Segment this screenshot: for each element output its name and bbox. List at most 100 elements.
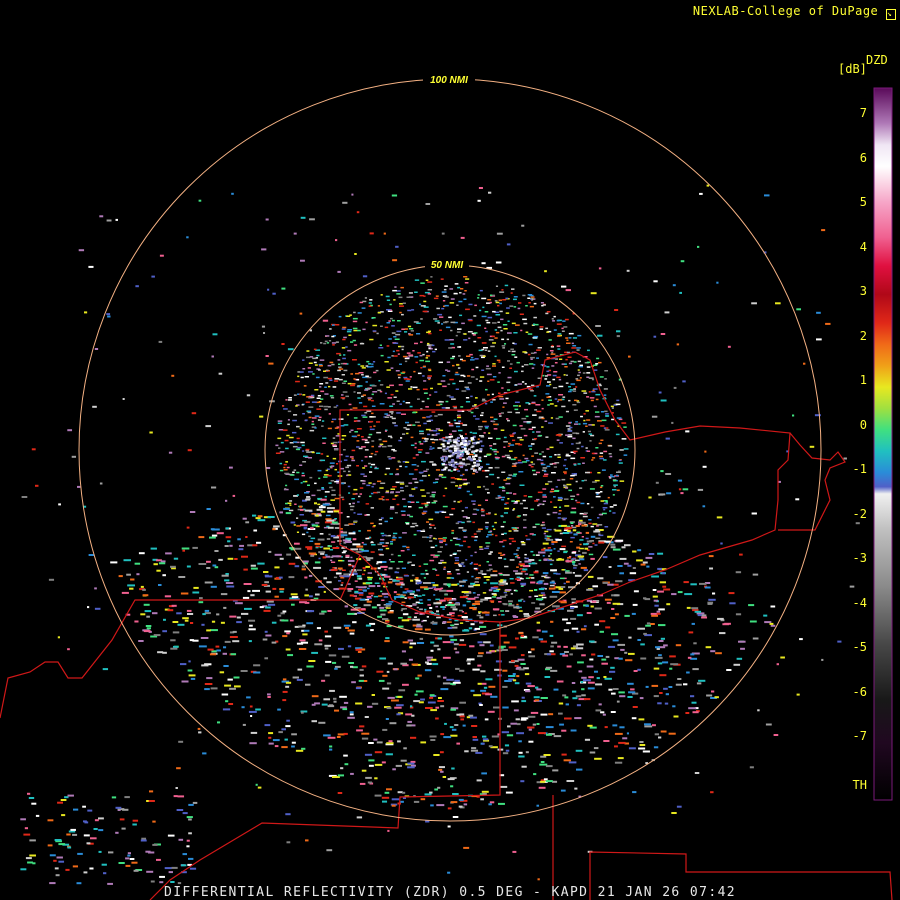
echo-gate	[440, 456, 444, 459]
echo-gate	[638, 718, 645, 721]
echo-gate	[503, 532, 507, 535]
echo-gate	[455, 485, 459, 487]
echo-gate	[577, 334, 582, 337]
echo-gate	[542, 500, 547, 502]
echo-gate	[498, 552, 502, 554]
echo-gate	[353, 344, 358, 346]
echo-gate	[414, 342, 418, 345]
echo-gate	[465, 308, 470, 311]
echo-gate	[352, 543, 361, 546]
echo-gate	[610, 711, 616, 713]
echo-gate	[548, 555, 551, 557]
echo-gate	[610, 666, 615, 669]
echo-gate	[321, 488, 325, 490]
echo-gate	[189, 511, 196, 513]
echo-gate	[489, 530, 493, 532]
echo-gate	[412, 603, 418, 605]
echo-gate	[384, 430, 387, 432]
echo-gate	[478, 612, 481, 614]
echo-gate	[367, 436, 371, 439]
echo-gate	[593, 530, 601, 533]
echo-gate	[467, 597, 476, 600]
echo-gate	[405, 380, 410, 382]
echo-gate	[323, 376, 329, 379]
echo-gate	[615, 580, 623, 583]
echo-gate	[66, 833, 71, 836]
echo-gate	[178, 576, 186, 578]
echo-gate	[452, 816, 459, 818]
echo-gate	[589, 397, 595, 399]
echo-gate	[306, 496, 311, 498]
echo-gate	[324, 647, 329, 650]
echo-gate	[501, 614, 505, 616]
echo-gate	[570, 522, 574, 524]
credit-label[interactable]: NEXLAB-College of DuPage ↘	[693, 4, 896, 20]
echo-gate	[544, 588, 547, 590]
echo-gate	[554, 529, 562, 532]
echo-gate	[452, 405, 457, 408]
echo-gate	[483, 641, 491, 644]
echo-gate	[468, 303, 473, 306]
echo-gate	[462, 424, 468, 426]
echo-gate	[301, 474, 306, 477]
echo-gate	[149, 431, 153, 434]
echo-gate	[357, 392, 361, 394]
echo-gate	[586, 588, 594, 591]
echo-gate	[616, 417, 622, 419]
echo-gate	[380, 565, 388, 568]
echo-gate	[60, 799, 67, 801]
echo-gate	[280, 612, 285, 615]
echo-gate	[419, 430, 424, 432]
echo-gate	[223, 606, 227, 609]
echo-gate	[340, 528, 343, 530]
echo-gate	[409, 642, 417, 645]
echo-gate	[553, 496, 556, 498]
echo-gate	[523, 507, 528, 509]
echo-gate	[570, 495, 576, 497]
echo-gate	[156, 858, 161, 861]
echo-gate	[429, 448, 433, 450]
echo-gate	[187, 613, 194, 615]
echo-gate	[282, 678, 287, 681]
echo-gate	[368, 742, 374, 744]
echo-gate	[715, 652, 722, 655]
echo-gate	[503, 441, 508, 443]
echo-gate	[499, 595, 507, 598]
echo-gate	[311, 524, 319, 527]
echo-gate	[343, 336, 347, 339]
echo-gate	[442, 776, 447, 778]
echo-gate	[466, 490, 470, 493]
echo-gate	[336, 404, 339, 407]
echo-gate	[384, 416, 389, 418]
echo-gate	[152, 820, 156, 823]
echo-gate	[399, 305, 404, 307]
echo-gate	[521, 224, 525, 227]
echo-gate	[565, 560, 573, 563]
echo-gate	[332, 437, 336, 439]
echo-gate	[446, 604, 455, 606]
echo-gate	[417, 352, 421, 354]
echo-gate	[124, 796, 130, 799]
echo-gate	[576, 379, 581, 382]
echo-gate	[61, 814, 66, 817]
echo-gate	[125, 857, 130, 860]
echo-gate	[361, 459, 364, 462]
echo-gate	[302, 450, 305, 452]
echo-gate	[426, 468, 429, 471]
echo-gate	[136, 573, 140, 576]
echo-gate	[412, 350, 415, 352]
echo-gate	[418, 451, 422, 453]
echo-gate	[570, 607, 575, 609]
echo-gate	[170, 639, 176, 642]
echo-gate	[388, 534, 391, 537]
echo-gate	[442, 385, 447, 388]
echo-gate	[308, 552, 317, 555]
echo-gate	[663, 687, 668, 690]
echo-gate	[482, 398, 486, 401]
echo-gate	[311, 494, 316, 497]
echo-gate	[464, 443, 468, 446]
echo-gate	[363, 590, 367, 592]
echo-gate	[520, 585, 524, 587]
echo-gate	[343, 354, 346, 356]
echo-gate	[439, 540, 444, 542]
